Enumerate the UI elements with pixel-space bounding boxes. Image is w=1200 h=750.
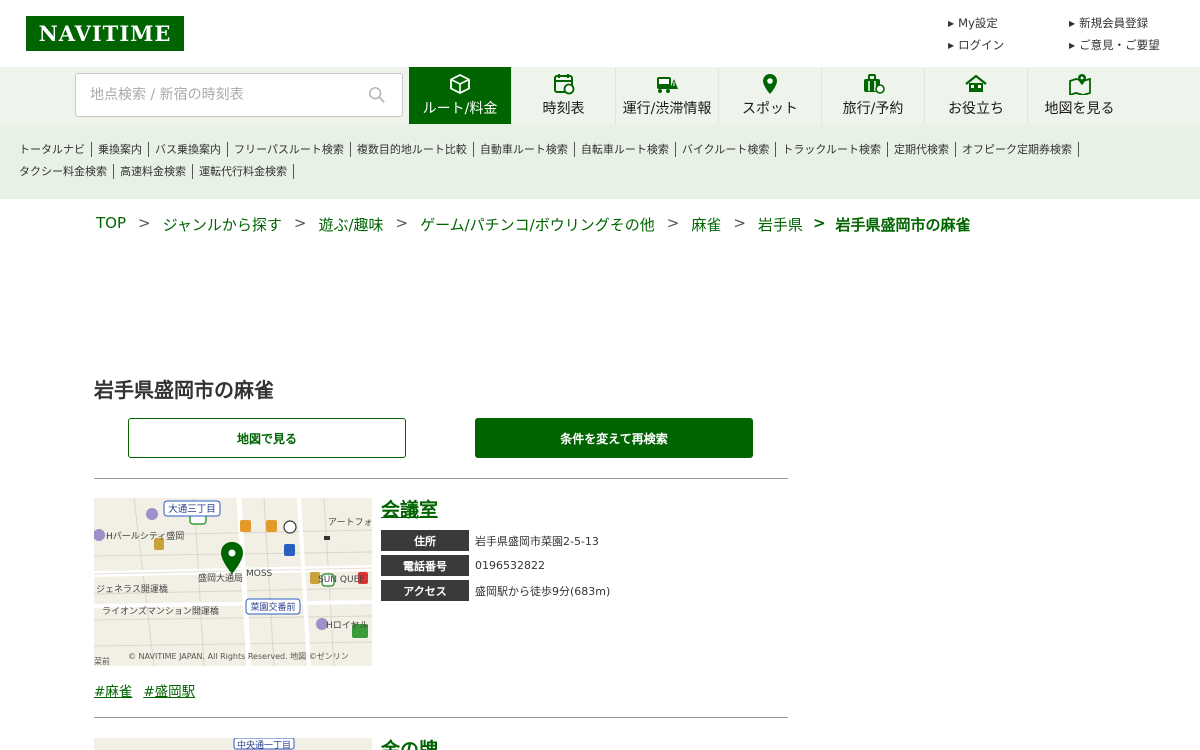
breadcrumb-separator: >	[138, 214, 151, 232]
subnav-item[interactable]: 自動車ルート検索	[480, 142, 575, 157]
breadcrumb-mahjong[interactable]: 麻雀	[691, 214, 721, 235]
breadcrumb: TOP > ジャンルから探す > 遊ぶ/趣味 > ゲーム/パチンコ/ボウリングそ…	[96, 214, 971, 235]
info-label: 住所	[381, 530, 469, 551]
login-link[interactable]: ▶ ログイン	[948, 34, 1004, 56]
map-label: 盛岡大通局	[198, 572, 243, 584]
map-label: 中央通一丁目	[237, 739, 291, 750]
subnav-item[interactable]: 複数目的地ルート比較	[357, 142, 474, 157]
address-value: 岩手県盛岡市菜園2-5-13	[475, 534, 599, 548]
route-fare-icon	[448, 73, 472, 95]
feedback-link[interactable]: ▶ ご意見・ご要望	[1069, 34, 1160, 56]
breadcrumb-separator: >	[395, 214, 409, 232]
map-label: ライオンズマンション開運橋	[102, 605, 219, 617]
triangle-right-icon: ▶	[1069, 18, 1076, 28]
tab-travel[interactable]: 旅行/予約	[821, 67, 924, 124]
tab-route-fare[interactable]: ルート/料金	[409, 67, 511, 124]
triangle-right-icon: ▶	[948, 18, 955, 28]
nav-tabs: ルート/料金 時刻表 運行/渋滞情報 スポット 旅行/予約 お役立ち 地図を見る	[409, 67, 1131, 124]
info-row-phone: 電話番号 0196532822	[381, 555, 781, 576]
result-tags: #麻雀 #盛岡駅	[94, 680, 206, 700]
navitime-logo[interactable]: NAVITIME	[26, 16, 184, 51]
breadcrumb-current: 岩手県盛岡市の麻雀	[835, 216, 971, 234]
search-box	[75, 73, 403, 117]
subnav-item[interactable]: 高速料金検索	[120, 164, 193, 179]
access-value: 盛岡駅から徒歩9分(683m)	[475, 584, 611, 598]
register-link[interactable]: ▶ 新規会員登録	[1069, 12, 1160, 34]
subnav-item[interactable]: 運転代行料金検索	[199, 164, 294, 179]
subnav-item[interactable]: フリーパスルート検索	[234, 142, 351, 157]
subnav-item[interactable]: 自転車ルート検索	[581, 142, 676, 157]
subnav-item[interactable]: タクシー料金検索	[19, 164, 114, 179]
map-label: Hロイヤル	[326, 621, 369, 631]
sub-nav-row-1: トータルナビ 乗換案内 バス乗換案内 フリーパスルート検索 複数目的地ルート比較…	[19, 142, 1085, 157]
top-header: NAVITIME ▶ My設定 ▶ ログイン ▶ 新規会員登録 ▶ ご意見・ご要望	[0, 0, 1200, 67]
tab-traffic-info[interactable]: 運行/渋滞情報	[615, 67, 718, 124]
map-label: ジェネラス開運橋	[96, 583, 168, 595]
spot-pin-icon	[758, 73, 782, 95]
breadcrumb-separator: >	[812, 214, 826, 232]
result-info-table: 住所 岩手県盛岡市菜園2-5-13 電話番号 0196532822 アクセス 盛…	[381, 530, 781, 605]
research-button[interactable]: 条件を変えて再検索	[475, 418, 753, 458]
info-label: アクセス	[381, 580, 469, 601]
result-map-thumbnail[interactable]: 中央通一丁目	[94, 738, 372, 750]
traffic-info-icon	[655, 73, 679, 95]
breadcrumb-genre[interactable]: ジャンルから探す	[163, 214, 282, 235]
sub-nav	[0, 124, 1200, 199]
phone-value: 0196532822	[475, 559, 545, 572]
breadcrumb-top[interactable]: TOP	[96, 214, 126, 235]
tab-spot[interactable]: スポット	[718, 67, 821, 124]
map-label: 大通三丁目	[168, 503, 216, 515]
main-nav: ルート/料金 時刻表 運行/渋滞情報 スポット 旅行/予約	[0, 67, 1200, 124]
useful-house-icon	[964, 73, 988, 95]
tag-link[interactable]: #盛岡駅	[143, 680, 195, 700]
travel-suitcase-icon	[861, 73, 885, 95]
breadcrumb-hobby[interactable]: 遊ぶ/趣味	[318, 214, 383, 235]
subnav-item[interactable]: トラックルート検索	[782, 142, 889, 157]
subnav-item[interactable]: オフピーク定期券検索	[962, 142, 1080, 157]
breadcrumb-separator: >	[666, 214, 680, 232]
subnav-item[interactable]: バイクルート検索	[682, 142, 777, 157]
map-copyright: © NAVITIME JAPAN. All Rights Reserved. 地…	[128, 651, 349, 661]
header-links-right: ▶ 新規会員登録 ▶ ご意見・ご要望	[1069, 12, 1160, 56]
subnav-item[interactable]: 定期代検索	[894, 142, 957, 157]
map-label: 菜園交番前	[250, 601, 295, 613]
breadcrumb-separator: >	[733, 214, 746, 232]
sub-nav-row-2: タクシー料金検索 高速料金検索 運転代行料金検索	[19, 164, 300, 179]
map-label: SUN QUEE	[318, 575, 365, 585]
search-icon[interactable]	[368, 86, 386, 104]
triangle-right-icon: ▶	[1069, 40, 1076, 50]
result-title[interactable]: 金の牌	[381, 735, 438, 750]
triangle-right-icon: ▶	[948, 40, 955, 50]
search-input[interactable]	[76, 74, 346, 116]
info-label: 電話番号	[381, 555, 469, 576]
divider	[94, 717, 788, 718]
page-title: 岩手県盛岡市の麻雀	[94, 378, 274, 402]
map-label: 菜前	[94, 656, 110, 666]
my-settings-link[interactable]: ▶ My設定	[948, 12, 1004, 34]
map-label: アートフォ	[328, 518, 372, 528]
tag-link[interactable]: #麻雀	[94, 680, 132, 700]
result-map-thumbnail[interactable]: 大通三丁目 Hパールシティ盛岡 アートフォ 盛岡大通局 MOSS SUN QUE…	[94, 498, 372, 666]
divider	[94, 478, 788, 479]
breadcrumb-game[interactable]: ゲーム/パチンコ/ボウリングその他	[420, 214, 655, 235]
view-map-button[interactable]: 地図で見る	[128, 418, 406, 458]
breadcrumb-iwate[interactable]: 岩手県	[758, 214, 803, 235]
subnav-item[interactable]: バス乗換案内	[155, 142, 228, 157]
subnav-item[interactable]: 乗換案内	[98, 142, 149, 157]
breadcrumb-separator: >	[293, 214, 307, 232]
timetable-icon	[552, 73, 576, 95]
tab-map[interactable]: 地図を見る	[1027, 67, 1131, 124]
subnav-item[interactable]: トータルナビ	[19, 142, 92, 157]
result-title[interactable]: 会議室	[381, 495, 438, 522]
tab-useful[interactable]: お役立ち	[924, 67, 1027, 124]
map-label: MOSS	[246, 569, 273, 579]
tab-timetable[interactable]: 時刻表	[511, 67, 615, 124]
header-links-left: ▶ My設定 ▶ ログイン	[948, 12, 1004, 56]
map-label: Hパールシティ盛岡	[106, 530, 184, 542]
info-row-access: アクセス 盛岡駅から徒歩9分(683m)	[381, 580, 781, 601]
info-row-address: 住所 岩手県盛岡市菜園2-5-13	[381, 530, 781, 551]
map-icon	[1068, 73, 1092, 97]
